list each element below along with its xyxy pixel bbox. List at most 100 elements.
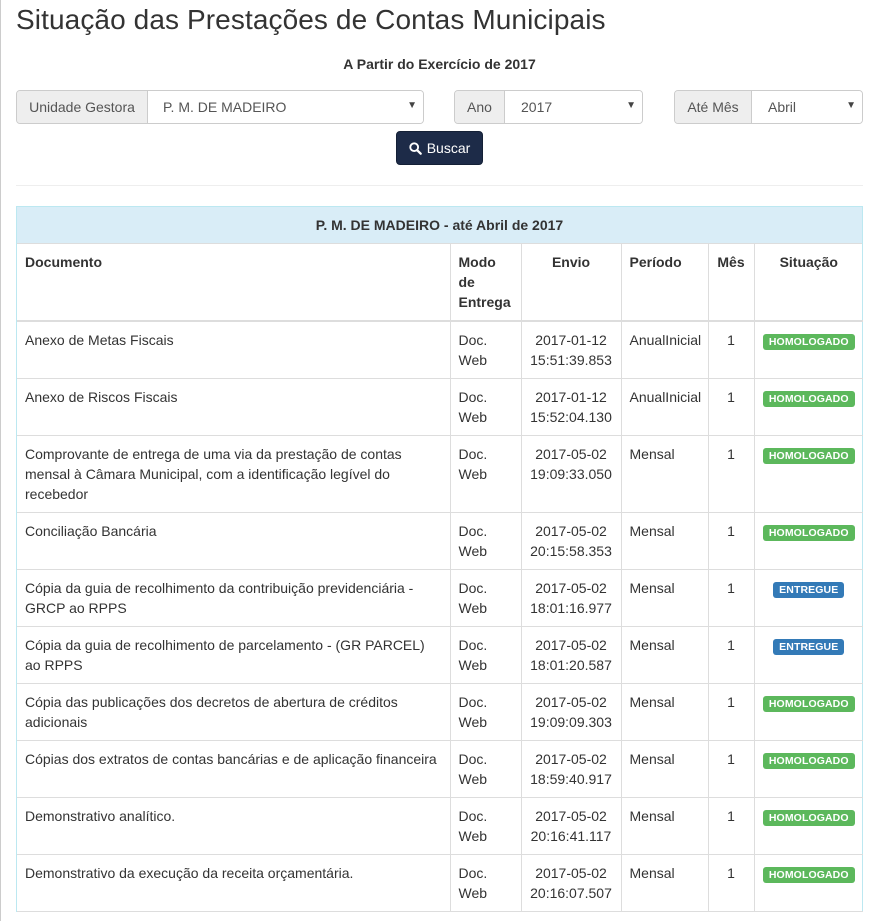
chevron-down-icon: ▼	[626, 100, 636, 111]
cell-periodo: AnualInicial	[620, 320, 709, 379]
envio-date: 2017-05-02	[535, 446, 607, 462]
cell-documento: Anexo de Riscos Fiscais	[17, 378, 451, 436]
cell-mes: 1	[707, 854, 755, 912]
status-badge: HOMOLOGADO	[762, 696, 855, 712]
ate-mes-select[interactable]: Abril ▼	[752, 91, 862, 123]
cell-situacao: HOMOLOGADO	[753, 435, 863, 513]
table-row: Anexo de Metas Fiscais Doc. Web 2017-01-12…	[17, 320, 863, 379]
envio-date: 2017-05-02	[535, 865, 607, 881]
cell-situacao: ENTREGUE	[753, 626, 863, 684]
cell-envio: 2017-05-02 20:16:41.117	[520, 797, 622, 855]
status-badge: HOMOLOGADO	[762, 525, 855, 541]
ate-mes-label: Até Mês	[675, 91, 752, 123]
search-button[interactable]: Buscar	[395, 131, 484, 165]
envio-time: 18:01:16.977	[530, 600, 612, 616]
cell-envio: 2017-01-12 15:51:39.853	[520, 320, 622, 379]
envio-date: 2017-05-02	[535, 694, 607, 710]
page-title: Situação das Prestações de Contas Munici…	[16, 4, 606, 35]
cell-envio: 2017-05-02 18:01:20.587	[520, 626, 622, 684]
table-row: Cópias dos extratos de contas bancárias …	[17, 740, 863, 798]
cell-documento: Comprovante de entrega de uma via da pre…	[17, 435, 451, 513]
cell-situacao: HOMOLOGADO	[753, 378, 863, 436]
envio-time: 15:51:39.853	[530, 352, 612, 368]
cell-situacao: HOMOLOGADO	[753, 854, 863, 912]
search-button-label: Buscar	[426, 140, 471, 156]
ano-group: Ano 2017 ▼	[454, 90, 643, 124]
header-periodo: Período	[620, 244, 709, 322]
cell-situacao: HOMOLOGADO	[753, 797, 863, 855]
cell-modo-entrega: Doc. Web	[449, 320, 522, 379]
envio-time: 19:09:33.050	[530, 466, 612, 482]
status-badge: HOMOLOGADO	[762, 448, 855, 464]
table-row: Conciliação Bancária Doc. Web 2017-05-02 20…	[17, 512, 863, 570]
cell-periodo: Mensal	[620, 854, 709, 912]
envio-time: 15:52:04.130	[530, 409, 612, 425]
table-row: Anexo de Riscos Fiscais Doc. Web 2017-01-1…	[17, 378, 863, 436]
ano-select[interactable]: 2017 ▼	[505, 91, 642, 123]
table-row: Cópia da guia de recolhimento da contrib…	[17, 569, 863, 627]
cell-situacao: HOMOLOGADO	[753, 740, 863, 798]
cell-modo-entrega: Doc. Web	[449, 626, 522, 684]
envio-date: 2017-05-02	[535, 637, 607, 653]
cell-situacao: HOMOLOGADO	[753, 683, 863, 741]
cell-envio: 2017-05-02 18:59:40.917	[520, 740, 622, 798]
ano-label: Ano	[455, 91, 505, 123]
header-modo-entrega: Modo de Entrega	[449, 244, 522, 322]
cell-modo-entrega: Doc. Web	[449, 740, 522, 798]
cell-periodo: Mensal	[620, 435, 709, 513]
envio-date: 2017-01-12	[535, 332, 607, 348]
cell-mes: 1	[707, 797, 755, 855]
envio-time: 20:16:07.507	[530, 885, 612, 901]
table-row: Cópia da guia de recolhimento de parcela…	[17, 626, 863, 684]
main-container: Situação das Prestações de Contas Munici…	[16, 0, 863, 912]
cell-documento: Cópia das publicações dos decretos de ab…	[17, 683, 451, 741]
cell-periodo: Mensal	[620, 683, 709, 741]
cell-documento: Demonstrativo da execução da receita orç…	[17, 854, 451, 912]
envio-date: 2017-05-02	[535, 751, 607, 767]
cell-periodo: Mensal	[620, 512, 709, 570]
cell-periodo: Mensal	[620, 626, 709, 684]
cell-documento: Conciliação Bancária	[17, 512, 451, 570]
envio-time: 20:16:41.117	[530, 828, 612, 844]
table-row: Demonstrativo da execução da receita orç…	[17, 854, 863, 912]
cell-periodo: AnualInicial	[620, 378, 709, 436]
cell-periodo: Mensal	[620, 797, 709, 855]
table-row: Demonstrativo analítico. Doc. Web 2017-05-…	[17, 797, 863, 855]
unidade-gestora-group: Unidade Gestora P. M. DE MADEIRO ▼	[16, 90, 424, 124]
cell-modo-entrega: Doc. Web	[449, 569, 522, 627]
status-badge: ENTREGUE	[773, 639, 845, 655]
results-table: Documento Modo de Entrega Envio Período …	[17, 244, 863, 912]
cell-periodo: Mensal	[620, 740, 709, 798]
status-badge: HOMOLOGADO	[762, 867, 855, 883]
unidade-gestora-select[interactable]: P. M. DE MADEIRO ▼	[148, 91, 423, 123]
ano-value: 2017	[521, 99, 553, 115]
cell-modo-entrega: Doc. Web	[449, 854, 522, 912]
status-badge: HOMOLOGADO	[762, 810, 855, 826]
header-documento: Documento	[17, 244, 451, 322]
page-border	[0, 0, 1, 921]
chevron-down-icon: ▼	[846, 100, 856, 111]
filter-bar: Unidade Gestora P. M. DE MADEIRO ▼ Ano 2…	[16, 90, 863, 124]
page-subtitle: A Partir do Exercício de 2017	[343, 56, 536, 72]
envio-time: 19:09:09.303	[530, 714, 612, 730]
cell-documento: Cópia da guia de recolhimento de parcela…	[17, 626, 451, 684]
unidade-gestora-label: Unidade Gestora	[17, 91, 148, 123]
panel-heading: P. M. DE MADEIRO - até Abril de 2017	[17, 207, 862, 244]
unidade-gestora-value: P. M. DE MADEIRO	[163, 99, 287, 115]
envio-time: 18:59:40.917	[530, 771, 612, 787]
cell-situacao: HOMOLOGADO	[753, 512, 863, 570]
cell-mes: 1	[707, 512, 755, 570]
cell-mes: 1	[707, 626, 755, 684]
cell-documento: Cópia da guia de recolhimento da contrib…	[17, 569, 451, 627]
header-situacao: Situação	[753, 244, 863, 322]
ate-mes-group: Até Mês Abril ▼	[674, 90, 863, 124]
ate-mes-value: Abril	[768, 99, 797, 115]
envio-time: 18:01:20.587	[530, 657, 612, 673]
cell-modo-entrega: Doc. Web	[449, 512, 522, 570]
cell-mes: 1	[707, 378, 755, 436]
cell-mes: 1	[707, 320, 755, 379]
table-header-row: Documento Modo de Entrega Envio Período …	[17, 244, 863, 322]
header-mes: Mês	[707, 244, 755, 322]
cell-envio: 2017-01-12 15:52:04.130	[520, 378, 622, 436]
cell-documento: Anexo de Metas Fiscais	[17, 320, 451, 379]
